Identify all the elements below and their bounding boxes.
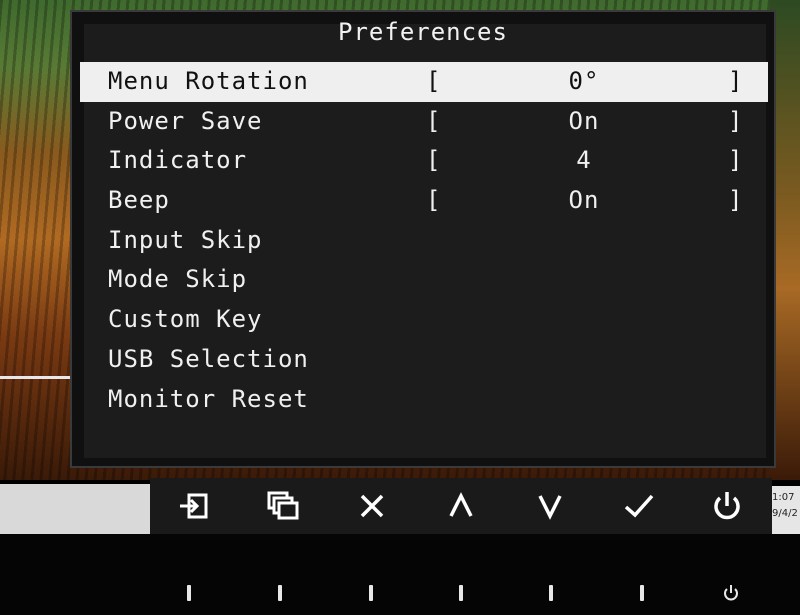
value-bracket-open: [ xyxy=(426,146,442,175)
menu-item-value: 0° xyxy=(568,67,600,95)
power-button[interactable] xyxy=(697,482,757,530)
color-mode-button[interactable] xyxy=(253,482,313,530)
clock-time: 1:07 xyxy=(772,492,795,503)
clock-date: 9/4/2 xyxy=(772,508,798,519)
menu-item-menu-rotation[interactable]: Menu Rotation [0°] xyxy=(80,62,768,102)
value-bracket-open: [ xyxy=(426,186,442,215)
enter-button[interactable] xyxy=(609,482,669,530)
menu-item-label: Custom Key xyxy=(108,305,263,334)
menu-item-power-save[interactable]: Power Save [ On] xyxy=(80,102,768,142)
menu-item-beep[interactable]: Beep [ On] xyxy=(80,181,768,221)
input-switch-button[interactable] xyxy=(164,482,224,530)
menu-item-monitor-reset[interactable]: Monitor Reset xyxy=(80,380,768,420)
menu-item-value: On xyxy=(568,106,600,135)
menu-item-label: Beep xyxy=(108,186,170,215)
taskbar-clock[interactable]: 1:07 9/4/2 xyxy=(772,486,800,536)
value-bracket-open: [ xyxy=(426,67,442,95)
close-icon xyxy=(360,494,384,518)
hardware-power-button-icon[interactable] xyxy=(721,583,741,603)
menu-item-custom-key[interactable]: Custom Key xyxy=(80,300,768,340)
menu-item-label: Menu Rotation xyxy=(108,67,309,95)
preferences-menu-list: Menu Rotation[0°] Power Save[On] Indicator… xyxy=(80,62,768,419)
monitor-bezel xyxy=(0,534,800,615)
menu-item-usb-selection[interactable]: USB Selection xyxy=(80,340,768,380)
taskbar xyxy=(0,484,150,534)
menu-item-mode-skip[interactable]: Mode Skip xyxy=(80,260,768,300)
menu-item-input-skip[interactable]: Input Skip xyxy=(80,221,768,261)
menu-item-value: On xyxy=(568,186,600,215)
hardware-button-3[interactable] xyxy=(369,585,373,601)
value-bracket-open: [ xyxy=(426,106,442,135)
osd-title: Preferences xyxy=(338,18,508,46)
hardware-button-1[interactable] xyxy=(187,585,191,601)
window-edge xyxy=(0,376,70,379)
button-guide-bar xyxy=(150,478,772,534)
exit-button[interactable] xyxy=(342,482,402,530)
checkmark-icon xyxy=(624,494,653,518)
value-bracket-close: ] xyxy=(728,106,744,135)
value-bracket-close: ] xyxy=(728,146,744,175)
menu-item-label: Input Skip xyxy=(108,225,263,254)
menu-item-label: Indicator xyxy=(108,146,248,175)
menu-item-label: Power Save xyxy=(108,106,263,135)
value-bracket-close: ] xyxy=(728,186,744,215)
menu-item-label: Mode Skip xyxy=(108,265,248,294)
color-mode-icon xyxy=(267,491,299,520)
menu-item-value: 4 xyxy=(576,146,592,175)
menu-item-indicator[interactable]: Indicator [4] xyxy=(80,141,768,181)
menu-item-label: USB Selection xyxy=(108,344,309,373)
hardware-button-2[interactable] xyxy=(278,585,282,601)
value-bracket-close: ] xyxy=(728,67,744,95)
chevron-down-icon xyxy=(538,495,562,520)
power-icon xyxy=(714,492,741,520)
hardware-button-5[interactable] xyxy=(549,585,553,601)
down-button[interactable] xyxy=(520,482,580,530)
chevron-up-icon xyxy=(449,492,473,517)
up-button[interactable] xyxy=(431,482,491,530)
menu-item-label: Monitor Reset xyxy=(108,384,309,413)
input-switch-icon xyxy=(180,493,208,519)
hardware-button-6[interactable] xyxy=(640,585,644,601)
hardware-button-4[interactable] xyxy=(459,585,463,601)
